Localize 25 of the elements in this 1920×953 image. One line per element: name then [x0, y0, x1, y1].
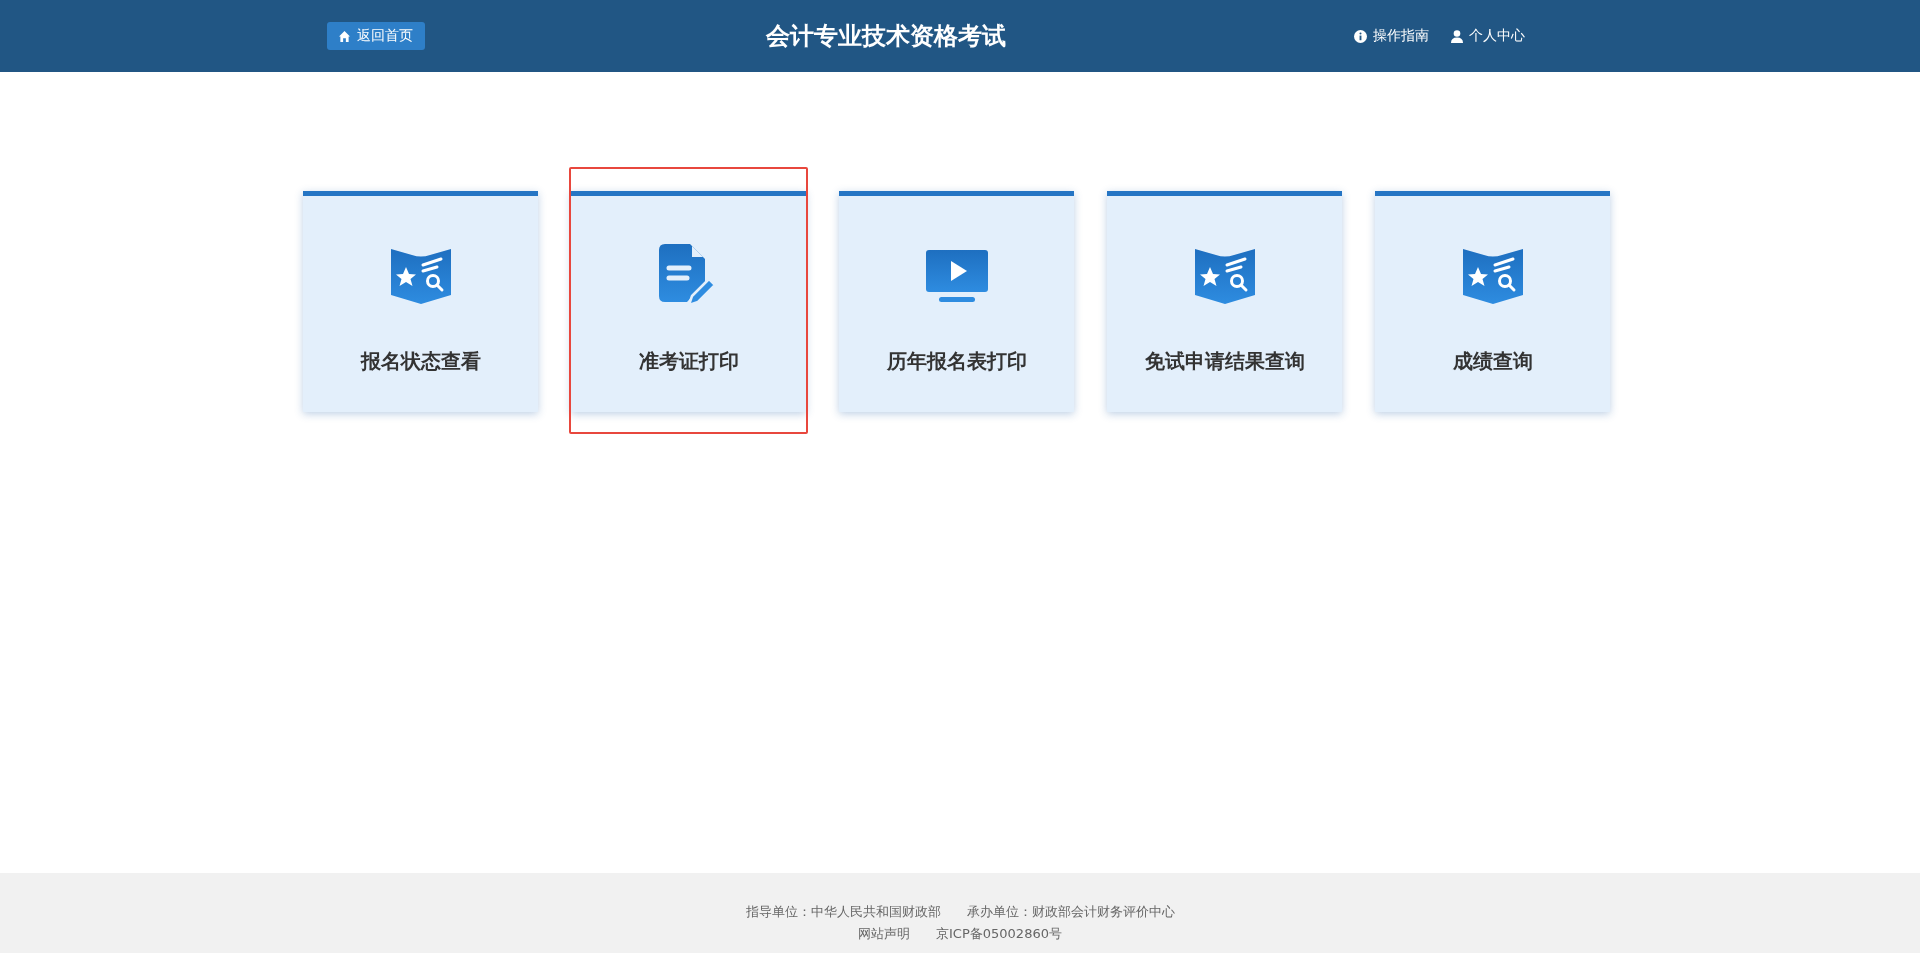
- service-card[interactable]: 报名状态查看: [303, 191, 538, 412]
- home-button[interactable]: 返回首页: [327, 22, 425, 50]
- site-title: 会计专业技术资格考试: [765, 21, 1007, 52]
- home-icon: [339, 30, 350, 42]
- book-search-icon: [389, 247, 452, 305]
- monitor-play-icon: [925, 250, 988, 302]
- card-title: 免试申请结果查询: [1144, 348, 1305, 375]
- info-icon: [1354, 29, 1367, 43]
- book-search-icon: [1193, 247, 1256, 305]
- service-card[interactable]: 准考证打印: [571, 191, 806, 412]
- service-card[interactable]: 成绩查询: [1375, 191, 1610, 412]
- footer-text: 承办单位：财政部会计财务评价中心: [966, 903, 1175, 921]
- user-icon: [1451, 29, 1463, 43]
- card-title: 准考证打印: [638, 348, 739, 375]
- card-title: 历年报名表打印: [886, 348, 1027, 375]
- card-title: 成绩查询: [1452, 348, 1533, 375]
- footer-text: 网站声明: [858, 925, 911, 943]
- footer-text: 京ICP备05002860号: [936, 925, 1062, 943]
- service-card[interactable]: 免试申请结果查询: [1107, 191, 1342, 412]
- service-card[interactable]: 历年报名表打印: [839, 191, 1074, 412]
- card-title: 报名状态查看: [360, 348, 481, 375]
- book-search-icon: [1461, 247, 1524, 305]
- guide-link[interactable]: 操作指南: [1354, 27, 1429, 45]
- profile-link[interactable]: 个人中心: [1451, 27, 1525, 45]
- footer-text: 指导单位：中华人民共和国财政部: [745, 903, 941, 921]
